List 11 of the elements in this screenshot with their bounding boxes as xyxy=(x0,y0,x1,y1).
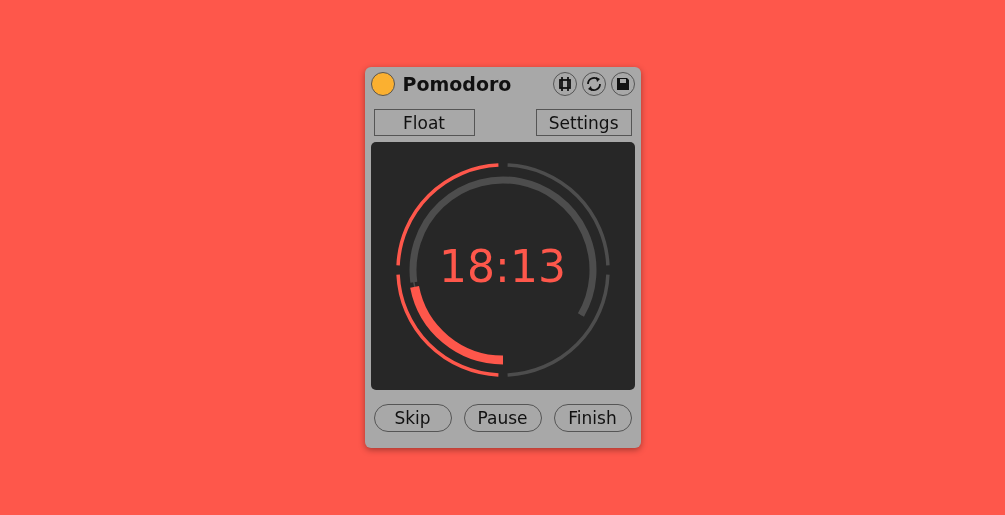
timer-button[interactable]: Finish xyxy=(553,404,632,432)
timer-button[interactable]: Skip xyxy=(373,404,452,432)
window-title: Pomodoro xyxy=(402,73,513,95)
status-dot xyxy=(370,72,395,96)
frame-icon[interactable] xyxy=(552,72,577,96)
float-button[interactable]: Float xyxy=(373,109,475,136)
floppy-disk-icon[interactable] xyxy=(610,72,635,96)
settings-button[interactable]: Settings xyxy=(535,109,632,136)
timer-button[interactable]: Pause xyxy=(463,404,542,432)
sync-icon[interactable] xyxy=(581,72,606,96)
timer-display: 18:13 xyxy=(439,240,566,292)
